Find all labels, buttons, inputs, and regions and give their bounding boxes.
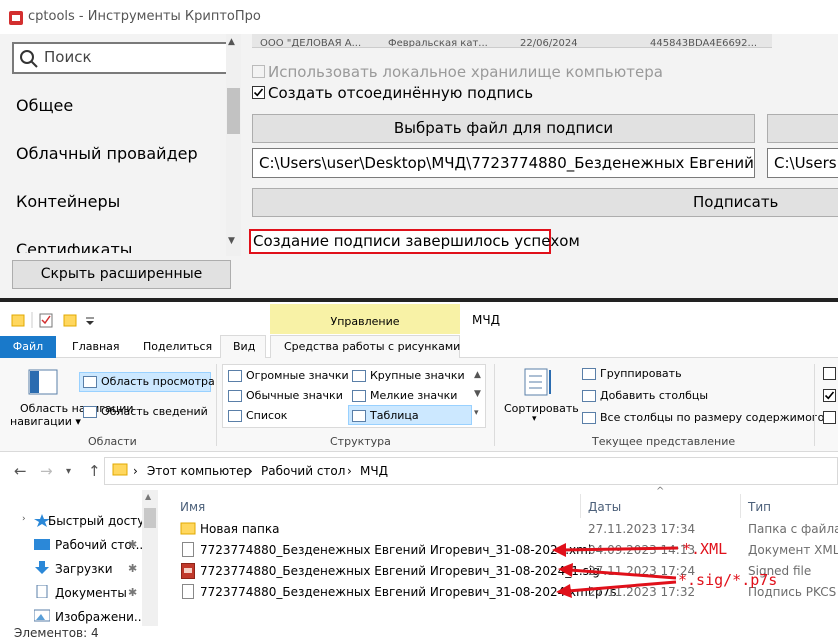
sig-annotation: *.sig/*.p7s bbox=[678, 571, 778, 589]
xml-annotation: *.XML bbox=[682, 540, 728, 558]
status-bar: Элементов: 4 bbox=[14, 626, 99, 640]
